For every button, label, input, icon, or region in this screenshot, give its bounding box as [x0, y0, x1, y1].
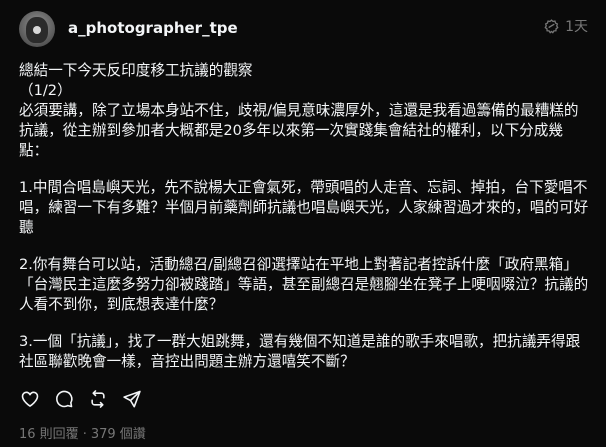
threads-post: a_photographer_tpe 1天 總結一下今天反印度移工抗議的觀察 （… [0, 0, 606, 447]
paragraph-point-3: 3.一個「抗議」，找了一群大姐跳舞，還有幾個不知道是誰的歌手來唱歌，把抗議弄得跟… [19, 333, 581, 370]
username[interactable]: a_photographer_tpe [68, 19, 238, 37]
reply-count[interactable]: 16 則回覆 [19, 427, 79, 442]
paragraph-intro: 總結一下今天反印度移工抗議的觀察 （1/2） 必須要講，除了立場本身站不住，歧視… [19, 62, 579, 159]
paragraph-point-1: 1.中間合唱島嶼天光，先不說楊大正會氣死，帶頭唱的人走音、忘詞、掉拍，台下愛唱不… [19, 179, 589, 236]
action-bar [20, 389, 142, 413]
heart-icon [20, 389, 40, 413]
comment-icon [54, 389, 74, 413]
pending-badge-icon [544, 18, 559, 34]
share-button[interactable] [122, 389, 142, 413]
like-count[interactable]: 379 個讚 [91, 427, 146, 442]
post-body: 總結一下今天反印度移工抗議的觀察 （1/2） 必須要講，除了立場本身站不住，歧視… [19, 61, 591, 372]
like-button[interactable] [20, 391, 40, 411]
post-meta: 1天 [544, 16, 588, 36]
repost-button[interactable] [88, 389, 108, 413]
post-time: 1天 [565, 19, 588, 35]
paragraph-point-2: 2.你有舞台可以站，活動總召/副總召卻選擇站在平地上對著記者控訴什麼「政府黑箱」… [19, 256, 589, 313]
camera-lens [33, 26, 41, 34]
stats-separator: · [82, 427, 87, 442]
avatar[interactable] [19, 11, 55, 47]
post-stats: 16 則回覆 · 379 個讚 [19, 423, 146, 442]
repost-icon [88, 389, 108, 413]
share-icon [122, 389, 142, 413]
reply-button[interactable] [54, 389, 74, 413]
